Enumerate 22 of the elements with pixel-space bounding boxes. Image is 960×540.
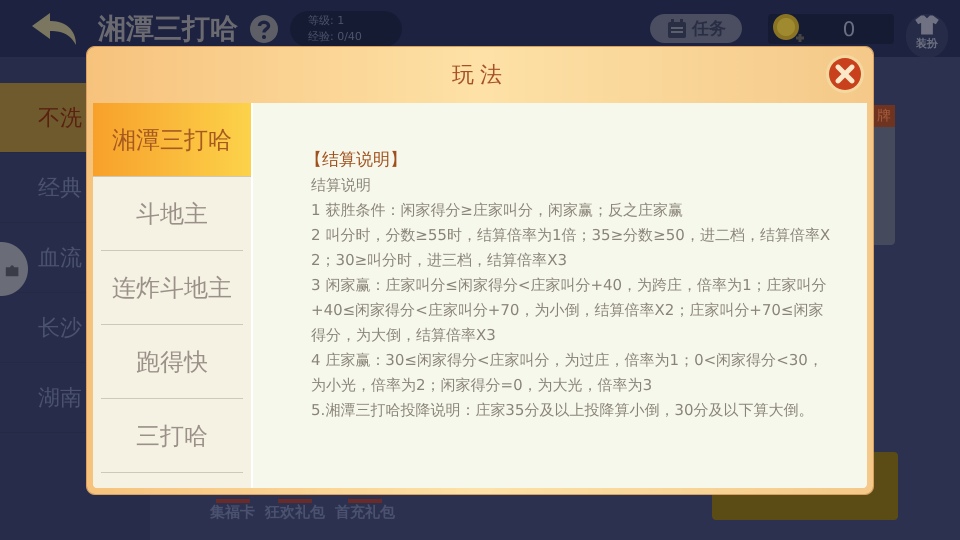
card-tag: 牌 <box>873 105 895 127</box>
rule-tab[interactable]: 斗地主 <box>101 177 243 251</box>
calendar-icon <box>666 18 688 40</box>
game-title: 湘潭三打哈 <box>98 10 238 46</box>
rule-text: 4 庄家赢：30≤闲家得分<庄家叫分，为过庄，倍率为1；0<闲家得分<30，为小光，倍率为2；闲家得分=0，为大光，倍率为3 <box>311 350 824 396</box>
coin-amount: 0 <box>842 16 856 40</box>
rule-tab[interactable]: 连炸斗地主 <box>101 251 243 325</box>
section-heading: 【结算说明】 <box>305 149 408 172</box>
rule-tab[interactable]: 湘潭三打哈 <box>93 103 251 177</box>
rule-text: 结算说明 <box>311 175 372 196</box>
rule-tab[interactable]: 三打哈 <box>101 399 243 473</box>
rule-text: 5.湘潭三打哈投降说明：庄家35分及以上投降算小倒，30分及以下算大倒。 <box>311 400 814 421</box>
coin-icon <box>772 12 804 44</box>
rule-text: 1 获胜条件：闲家得分≥庄家叫分，闲家赢；反之庄家赢 <box>311 200 684 221</box>
dialog-title: 玩法 <box>452 62 508 90</box>
coin-counter[interactable]: 0 <box>768 14 894 44</box>
outfit-button[interactable]: 装扮 <box>906 14 948 58</box>
rule-text: 3 闲家赢：庄家叫分≤闲家得分<庄家叫分+40，为跨庄，倍率为1；庄家叫分+40≤闲家得分<庄家叫分+70，为小倒，结算倍率X2；庄家叫分+70≤闲家得分，为大倒，结算倍率X3 <box>311 275 828 346</box>
rule-text: 2 叫分时，分数≥55时，结算倍率为1倍；35≥分数≥50，进二档，结算倍率X2；30≥叫分时，进三档，结算倍率X3 <box>311 225 832 271</box>
close-button[interactable] <box>825 54 865 94</box>
rule-tab[interactable]: 跑得快 <box>101 325 243 399</box>
help-icon[interactable] <box>250 14 278 42</box>
